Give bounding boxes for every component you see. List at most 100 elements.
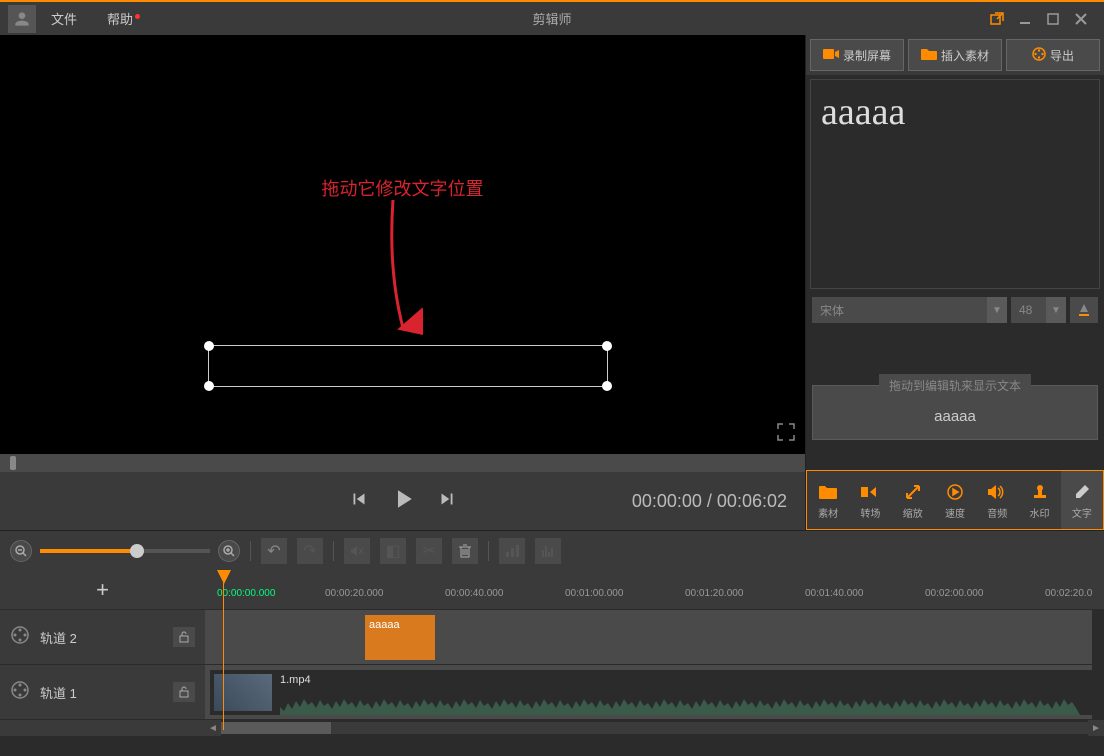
scroll-thumb[interactable] (221, 722, 331, 734)
record-screen-button[interactable]: 录制屏幕 (810, 39, 904, 71)
waveform-icon (280, 693, 1080, 715)
export-button[interactable]: 导出 (1006, 39, 1100, 71)
reel-icon (10, 625, 30, 650)
annotation-text: 拖动它修改文字位置 (322, 175, 484, 201)
reel-icon (10, 680, 30, 705)
delete-button[interactable] (452, 538, 478, 564)
play-button[interactable] (388, 484, 418, 519)
resize-handle-tl[interactable] (204, 341, 214, 351)
player-controls: 00:00:00 / 00:06:02 (0, 472, 805, 530)
drag-hint-caption: 拖动到编辑轨来显示文本 (879, 374, 1031, 397)
tool-zoom[interactable]: 缩放 (892, 471, 934, 529)
app-title: 剪辑师 (532, 9, 571, 28)
import-button[interactable]: 插入素材 (908, 39, 1002, 71)
reel-icon (1032, 47, 1046, 64)
chevron-down-icon: ▼ (987, 297, 1007, 323)
playhead-line (223, 580, 224, 730)
unlock-icon[interactable] (173, 682, 195, 702)
video-clip[interactable]: 1.mp4 (210, 670, 1104, 715)
timeline: + 轨道 2 轨道 1 00:00:00.000 00:00:20.000 00… (0, 570, 1104, 736)
current-time: 00:00:00 (632, 491, 702, 511)
preview-canvas[interactable]: 拖动它修改文字位置 (0, 35, 805, 454)
cut-button[interactable]: ✂ (416, 538, 442, 564)
pencil-icon (1074, 481, 1090, 503)
ruler-mark: 00:01:40.000 (805, 588, 863, 599)
zoom-slider[interactable] (40, 549, 210, 553)
scroll-right-button[interactable]: ► (1088, 720, 1104, 736)
tool-row: 素材 转场 缩放 速度 音频 水印 文字 (806, 470, 1104, 530)
font-color-button[interactable] (1070, 297, 1098, 323)
ruler-mark: 00:00:00.000 (217, 588, 275, 599)
clip-label: 1.mp4 (280, 674, 311, 686)
zoom-icon (905, 481, 921, 503)
tool-material[interactable]: 素材 (807, 471, 849, 529)
folder-icon (921, 48, 937, 63)
scroll-left-button[interactable]: ◄ (205, 720, 221, 736)
fullscreen-icon[interactable] (777, 423, 795, 446)
tool-text[interactable]: 文字 (1061, 471, 1103, 529)
playhead-icon[interactable] (217, 570, 231, 584)
tool-watermark[interactable]: 水印 (1018, 471, 1060, 529)
mute-button[interactable] (344, 538, 370, 564)
folder-icon (819, 481, 837, 503)
zoom-in-button[interactable] (218, 540, 240, 562)
ruler-mark: 00:01:00.000 (565, 588, 623, 599)
zoom-out-button[interactable] (10, 540, 32, 562)
track-header-2[interactable]: 轨道 2 (0, 610, 205, 665)
zoom-slider-knob[interactable] (130, 544, 144, 558)
vertical-scrollbar[interactable] (1092, 610, 1104, 720)
detach-icon[interactable] (989, 11, 1005, 27)
track-header-1[interactable]: 轨道 1 (0, 665, 205, 720)
timeline-ruler[interactable]: 00:00:00.000 00:00:20.000 00:00:40.000 0… (205, 570, 1104, 610)
minimize-button[interactable] (1017, 11, 1033, 27)
track-lane-1[interactable]: 1.mp4 (205, 665, 1104, 720)
transition-icon (861, 481, 879, 503)
text-clip[interactable]: aaaaa (365, 615, 435, 660)
undo-button[interactable]: ↶ (261, 538, 287, 564)
resize-handle-tr[interactable] (602, 341, 612, 351)
tool-audio[interactable]: 音频 (976, 471, 1018, 529)
track-name-label: 轨道 2 (40, 628, 163, 647)
font-size-select[interactable]: 48 ▼ (1011, 297, 1066, 323)
maximize-button[interactable] (1045, 11, 1061, 27)
total-time: 00:06:02 (717, 491, 787, 511)
track-name-label: 轨道 1 (40, 683, 163, 702)
scrub-knob[interactable] (10, 456, 16, 470)
menu-file[interactable]: 文件 (36, 9, 92, 28)
ruler-mark: 00:01:20.000 (685, 588, 743, 599)
ruler-mark: 00:02:20.0 (1045, 588, 1092, 599)
close-button[interactable] (1073, 11, 1089, 27)
levels-button[interactable] (499, 538, 525, 564)
resize-handle-bl[interactable] (204, 381, 214, 391)
redo-button[interactable]: ↷ (297, 538, 323, 564)
unlock-icon[interactable] (173, 627, 195, 647)
menu-help-label: 帮助 (107, 12, 133, 27)
window-controls (989, 11, 1104, 27)
tool-transition[interactable]: 转场 (849, 471, 891, 529)
time-display: 00:00:00 / 00:06:02 (632, 491, 787, 512)
ruler-mark: 00:00:40.000 (445, 588, 503, 599)
menu-help[interactable]: 帮助 (92, 9, 148, 28)
scrub-bar[interactable] (0, 454, 805, 472)
speaker-icon (988, 481, 1006, 503)
chevron-down-icon: ▼ (1046, 297, 1066, 323)
resize-handle-br[interactable] (602, 381, 612, 391)
annotation-arrow-icon (383, 200, 423, 340)
track-lane-2[interactable]: aaaaa (205, 610, 1104, 665)
text-preview-box[interactable]: aaaaa (810, 79, 1100, 289)
user-avatar[interactable] (8, 5, 36, 33)
marker-button[interactable]: ◧ (380, 538, 406, 564)
timeline-toolbar: ↶ ↷ ◧ ✂ (0, 530, 1104, 570)
font-family-select[interactable]: 宋体 ▼ (812, 297, 1007, 323)
title-bar: 文件 帮助 剪辑师 (0, 0, 1104, 35)
next-button[interactable] (436, 488, 458, 515)
horizontal-scrollbar[interactable]: ◄ ► (205, 720, 1104, 736)
add-track-button[interactable]: + (0, 570, 205, 610)
tool-speed[interactable]: 速度 (934, 471, 976, 529)
text-box-handle[interactable] (208, 345, 608, 387)
prev-button[interactable] (348, 488, 370, 515)
eq-button[interactable] (535, 538, 561, 564)
notification-dot (135, 14, 140, 19)
stamp-icon (1033, 481, 1047, 503)
ruler-mark: 00:00:20.000 (325, 588, 383, 599)
